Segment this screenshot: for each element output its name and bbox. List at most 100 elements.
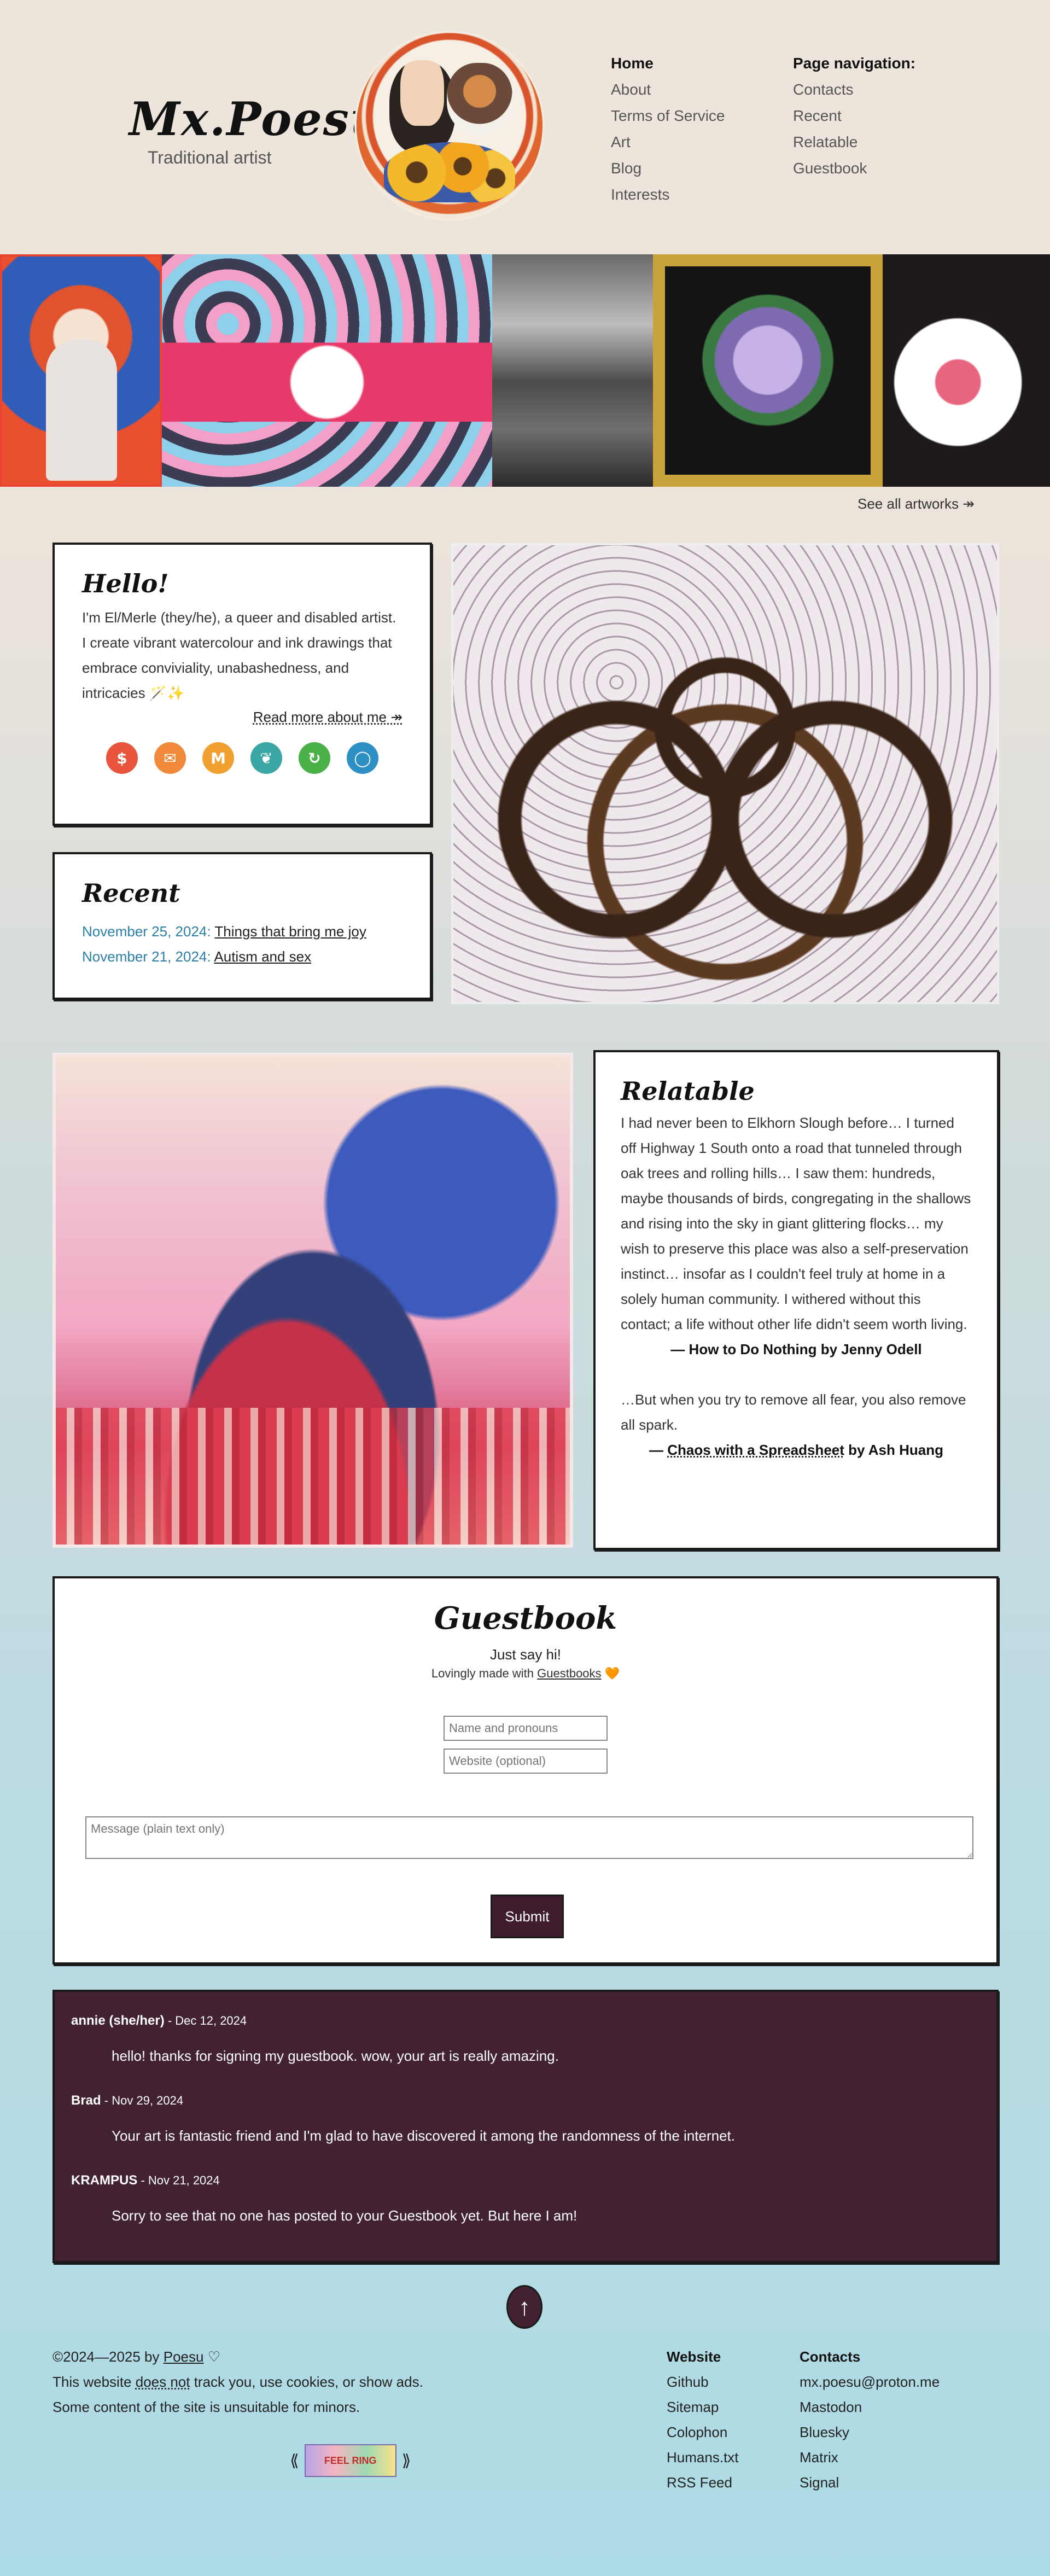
guestbooks-link[interactable]: Guestbooks (537, 1666, 601, 1680)
footer-link-matrix[interactable]: Matrix (800, 2445, 940, 2470)
read-more-link[interactable]: Read more about me ↠ (82, 709, 402, 726)
nav-about[interactable]: About (611, 77, 725, 103)
bluesky-icon[interactable]: ❦ (250, 742, 282, 774)
avatar-sunflowers (384, 142, 515, 202)
site-subtitle: Traditional artist (148, 148, 272, 167)
artwork-koi[interactable] (883, 254, 1050, 487)
relatable-quote-1: I had never been to Elkhorn Slough befor… (621, 1115, 971, 1332)
artwork-couple-hill (52, 1053, 573, 1548)
footer-website-heading: Website (667, 2348, 721, 2365)
footer-link-rss[interactable]: RSS Feed (667, 2470, 739, 2495)
footer-link-github[interactable]: Github (667, 2369, 739, 2394)
entry-date: - Dec 12, 2024 (164, 2014, 247, 2027)
mastodon-icon[interactable]: M (202, 742, 234, 774)
minors-warning: Some content of the site is unsuitable f… (52, 2399, 360, 2415)
entry-date: - Nov 29, 2024 (101, 2094, 184, 2107)
site-header: Mx.Poesu Traditional artist Home About T… (0, 0, 1050, 254)
entry-message: Your art is fantastic friend and I'm gla… (112, 2128, 735, 2144)
submit-button[interactable]: Submit (491, 1895, 564, 1938)
guestbook-entry: KRAMPUS - Nov 21, 2024 Sorry to see that… (71, 2168, 980, 2248)
nav-interests[interactable]: Interests (611, 182, 725, 208)
tracking-emphasis: does not (135, 2374, 190, 2390)
footer-link-signal[interactable]: Signal (800, 2470, 940, 2495)
page-nav-contacts[interactable]: Contacts (793, 77, 915, 103)
tracking-suffix: track you, use cookies, or show ads. (190, 2374, 423, 2390)
recent-post-date: November 21, 2024: (82, 948, 211, 965)
recent-post-link[interactable]: Autism and sex (214, 948, 311, 965)
heart-icon: ♡ (203, 2348, 221, 2365)
recent-post: November 25, 2024: Things that bring me … (82, 919, 402, 944)
entry-message: hello! thanks for signing my guestbook. … (112, 2048, 559, 2064)
guestbook-card: Guestbook Just say hi! Lovingly made wit… (52, 1576, 999, 1965)
relatable-cite-1: — How to Do Nothing by Jenny Odell (670, 1341, 922, 1357)
entry-message: Sorry to see that no one has posted to y… (112, 2207, 578, 2224)
entry-author: Brad (71, 2093, 101, 2108)
footer-contact-links: Contacts mx.poesu@proton.me Mastodon Blu… (800, 2344, 940, 2495)
footer-contacts-heading: Contacts (800, 2348, 861, 2365)
hello-card: Hello! I'm El/Merle (they/he), a queer a… (52, 543, 432, 826)
entry-header: KRAMPUS - Nov 21, 2024 (71, 2168, 980, 2193)
avatar-face (389, 60, 455, 153)
page-nav-guestbook[interactable]: Guestbook (793, 155, 915, 182)
footer-link-sitemap[interactable]: Sitemap (667, 2394, 739, 2420)
site-title[interactable]: Mx.Poesu (129, 92, 384, 146)
nav-blog[interactable]: Blog (611, 155, 725, 182)
relatable-card: Relatable I had never been to Elkhorn Sl… (593, 1050, 999, 1550)
entry-date: - Nov 21, 2024 (137, 2173, 220, 2187)
email-icon[interactable]: ✉ (154, 742, 186, 774)
recent-card: Recent November 25, 2024: Things that br… (52, 852, 432, 1000)
relatable-cite-2: — Chaos with a Spreadsheet by Ash Huang (621, 1437, 972, 1462)
website-field[interactable] (444, 1749, 608, 1774)
webring: ⟪ FEEL RING ⟫ (290, 2443, 421, 2479)
page-nav-recent[interactable]: Recent (793, 103, 915, 129)
relatable-title: Relatable (621, 1076, 755, 1106)
footer-link-email[interactable]: mx.poesu@proton.me (800, 2369, 940, 2394)
guestbook-subtitle: Just say hi! (489, 1646, 562, 1663)
signal-icon[interactable]: ◯ (347, 742, 378, 774)
guestbook-entries: annie (she/her) - Dec 12, 2024 hello! th… (52, 1990, 999, 2263)
hello-text: I'm El/Merle (they/he), a queer and disa… (82, 609, 396, 701)
nav-terms[interactable]: Terms of Service (611, 103, 725, 129)
tracking-line: This website does not track you, use coo… (52, 2369, 423, 2394)
webring-badge[interactable]: FEEL RING (304, 2444, 396, 2477)
webring-prev-icon[interactable]: ⟪ (290, 2451, 299, 2470)
nav-home[interactable]: Home (611, 50, 725, 77)
name-field[interactable] (444, 1716, 608, 1741)
page-nav-relatable[interactable]: Relatable (793, 129, 915, 155)
matrix-icon[interactable]: ↻ (299, 742, 330, 774)
entry-author: KRAMPUS (71, 2173, 138, 2188)
avatar (357, 33, 542, 219)
entry-author: annie (she/her) (71, 2013, 165, 2028)
avatar-cat (447, 63, 512, 134)
footer-link-mastodon[interactable]: Mastodon (800, 2394, 940, 2420)
artwork-snake (451, 543, 999, 1004)
relatable-quote-2: …But when you try to remove all fear, yo… (621, 1391, 966, 1433)
artwork-heart-knot[interactable] (162, 254, 492, 487)
recent-post-link[interactable]: Things that bring me joy (214, 923, 366, 940)
guestbook-title: Guestbook (434, 1600, 617, 1636)
footer-link-colophon[interactable]: Colophon (667, 2420, 739, 2445)
page-nav: Page navigation: Contacts Recent Relatab… (793, 50, 915, 182)
webring-next-icon[interactable]: ⟫ (402, 2451, 411, 2470)
credit-suffix: 🧡 (601, 1666, 620, 1680)
relatable-book-link[interactable]: Chaos with a Spreadsheet (667, 1442, 844, 1458)
entry-header: annie (she/her) - Dec 12, 2024 (71, 2008, 980, 2033)
entry-header: Brad - Nov 29, 2024 (71, 2088, 980, 2113)
artwork-flowers-frame[interactable] (653, 254, 883, 487)
ko-fi-icon[interactable]: $ (106, 742, 138, 774)
recent-post-date: November 25, 2024: (82, 923, 211, 940)
see-all-artworks-link[interactable]: See all artworks ↠ (858, 496, 975, 512)
artwork-landscape[interactable] (492, 254, 653, 487)
page-nav-heading: Page navigation: (793, 55, 916, 72)
message-field[interactable] (85, 1816, 973, 1859)
footer-website-links: Website Github Sitemap Colophon Humans.t… (667, 2344, 739, 2495)
footer-link-bluesky[interactable]: Bluesky (800, 2420, 940, 2445)
copyright-author-link[interactable]: Poesu (164, 2348, 204, 2365)
credit-prefix: Lovingly made with (431, 1666, 538, 1680)
nav-art[interactable]: Art (611, 129, 725, 155)
back-to-top-icon[interactable]: ↑ (506, 2285, 542, 2329)
tracking-prefix: This website (52, 2374, 136, 2390)
footer-link-humans[interactable]: Humans.txt (667, 2445, 739, 2470)
social-links: $ ✉ M ❦ ↻ ◯ (82, 742, 402, 774)
artwork-portrait[interactable] (0, 254, 162, 487)
